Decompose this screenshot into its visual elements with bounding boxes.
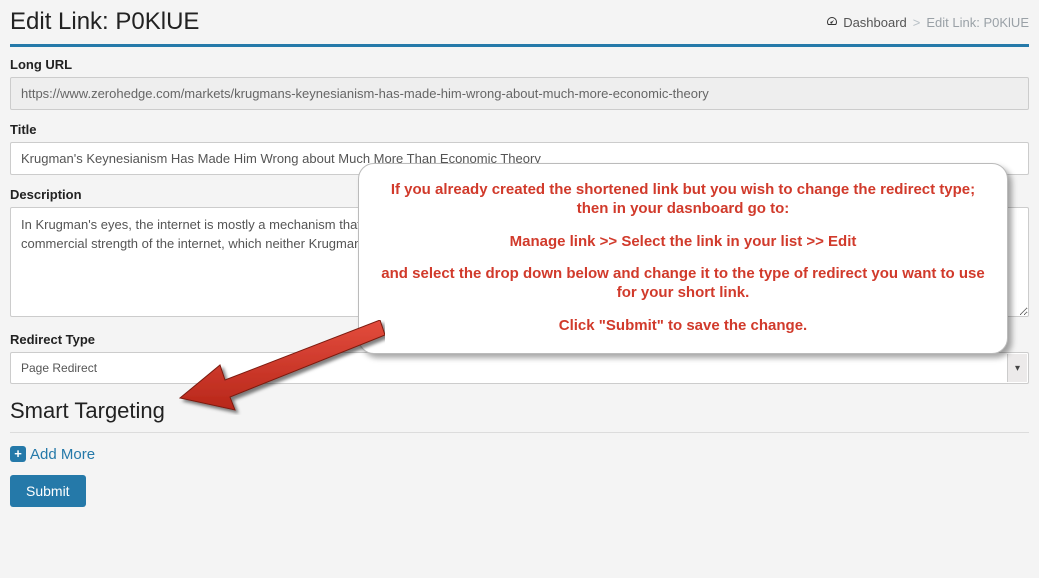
callout-line-2: Manage link >> Select the link in your l… [375, 233, 991, 252]
long-url-field [10, 77, 1029, 110]
callout-line-4: Click "Submit" to save the change. [375, 317, 991, 336]
page-title: Edit Link: P0KlUE [10, 8, 199, 36]
dashboard-icon [825, 15, 839, 30]
breadcrumb-dashboard-label: Dashboard [843, 15, 907, 30]
breadcrumb-dashboard-link[interactable]: Dashboard [825, 15, 907, 30]
add-more-label: Add More [30, 446, 95, 463]
long-url-group: Long URL [10, 57, 1029, 110]
breadcrumb-separator: > [913, 15, 921, 30]
section-divider [10, 432, 1029, 433]
callout-line-3: and select the drop down below and chang… [375, 265, 991, 303]
plus-icon: + [10, 446, 26, 462]
page-header: Edit Link: P0KlUE Dashboard > Edit Link:… [10, 8, 1029, 47]
breadcrumb-current: Edit Link: P0KlUE [926, 15, 1029, 30]
callout-line-1: If you already created the shortened lin… [375, 181, 991, 219]
annotation-callout: If you already created the shortened lin… [358, 163, 1008, 354]
breadcrumb: Dashboard > Edit Link: P0KlUE [825, 15, 1029, 30]
title-label: Title [10, 122, 1029, 137]
submit-button[interactable]: Submit [10, 475, 86, 507]
add-more-button[interactable]: + Add More [10, 446, 95, 463]
long-url-label: Long URL [10, 57, 1029, 72]
smart-targeting-heading: Smart Targeting [10, 398, 1029, 424]
redirect-type-select[interactable]: Page Redirect [10, 352, 1029, 384]
